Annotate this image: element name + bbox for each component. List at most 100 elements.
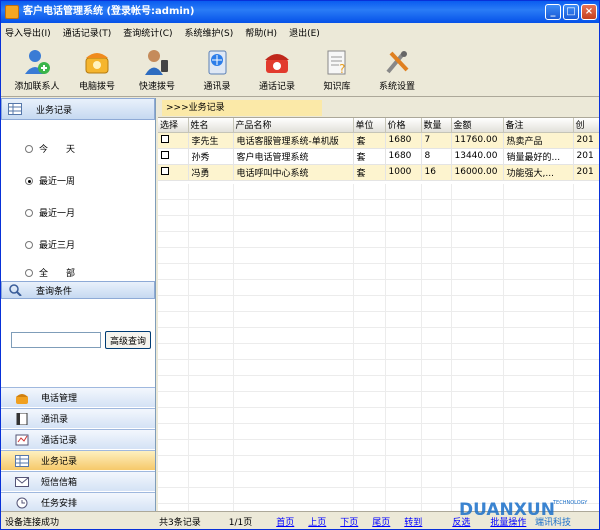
prev-page-link[interactable]: 上页 bbox=[308, 515, 326, 528]
cell-note: 功能强大,... bbox=[503, 164, 574, 181]
main-panel: >>>业务记录 选择 姓名 产品名称 单位 价格 数量 金额 备注 创 李先生 … bbox=[158, 98, 599, 511]
col-unit[interactable]: 单位 bbox=[353, 118, 386, 133]
table-icon bbox=[15, 454, 29, 467]
minimize-button[interactable]: _ bbox=[545, 4, 561, 20]
cell-created: 201 bbox=[573, 164, 599, 181]
knowledge-base-button[interactable]: ? 知识库 bbox=[307, 41, 367, 97]
cell-price: 1680 bbox=[385, 148, 422, 165]
computer-dial-button[interactable]: 电脑拨号 bbox=[67, 41, 127, 97]
app-icon bbox=[5, 5, 19, 19]
menu-exit[interactable]: 退出(E) bbox=[289, 26, 320, 39]
cell-unit: 套 bbox=[353, 148, 386, 165]
col-created[interactable]: 创 bbox=[573, 118, 599, 133]
col-quantity[interactable]: 数量 bbox=[421, 118, 452, 133]
clock-icon bbox=[15, 497, 29, 509]
col-note[interactable]: 备注 bbox=[503, 118, 574, 133]
cell-amount: 16000.00 bbox=[451, 164, 504, 181]
cell-created: 201 bbox=[573, 148, 599, 165]
query-input[interactable] bbox=[11, 332, 101, 348]
business-record-header: 业务记录 bbox=[1, 98, 155, 120]
settings-icon bbox=[382, 47, 412, 77]
cell-quantity: 7 bbox=[421, 132, 452, 149]
cell-quantity: 16 bbox=[421, 164, 452, 181]
address-book-button[interactable]: 通讯录 bbox=[187, 41, 247, 97]
nav-business-records[interactable]: 业务记录 bbox=[1, 450, 155, 470]
radio-today-circle[interactable] bbox=[25, 144, 33, 153]
system-settings-button[interactable]: 系统设置 bbox=[367, 41, 427, 97]
menu-call-records[interactable]: 通话记录(T) bbox=[63, 26, 112, 39]
cell-product: 客户电话管理系统 bbox=[233, 148, 354, 165]
radio-all-circle[interactable] bbox=[25, 268, 33, 277]
quick-dial-icon bbox=[142, 47, 172, 77]
call-log-icon bbox=[262, 47, 292, 77]
col-name[interactable]: 姓名 bbox=[188, 118, 234, 133]
phone-dial-icon bbox=[82, 47, 112, 77]
table-row[interactable]: 冯勇 电话呼叫中心系统 套 1000 16 16000.00 功能强大,... … bbox=[158, 164, 599, 181]
app-window: 客户电话管理系统 (登录帐号:admin) _ □ × 导入导出(I) 通话记录… bbox=[0, 0, 600, 530]
col-amount[interactable]: 金额 bbox=[451, 118, 504, 133]
radio-last-month-circle[interactable] bbox=[25, 208, 33, 217]
left-panel: 业务记录 今 天 最近一周 最近一月 最近三月 全 部 查询条件 高级查询 电话… bbox=[1, 98, 156, 512]
row-checkbox-cell[interactable] bbox=[158, 132, 189, 149]
row-checkbox-cell[interactable] bbox=[158, 164, 189, 181]
menu-system[interactable]: 系统维护(S) bbox=[185, 26, 234, 39]
nav-task-schedule[interactable]: 任务安排 bbox=[1, 492, 155, 512]
menu-bar: 导入导出(I) 通话记录(T) 查询统计(C) 系统维护(S) 帮助(H) 退出… bbox=[1, 23, 599, 41]
records-table: 选择 姓名 产品名称 单位 价格 数量 金额 备注 创 李先生 电话客服管理系统… bbox=[158, 118, 599, 181]
radio-last-week[interactable]: 最近一周 bbox=[25, 174, 75, 187]
radio-last-week-circle[interactable] bbox=[25, 176, 33, 185]
table-row[interactable]: 李先生 电话客服管理系统-单机版 套 1680 7 11760.00 热卖产品 … bbox=[158, 132, 599, 149]
table-header: 选择 姓名 产品名称 单位 价格 数量 金额 备注 创 bbox=[158, 118, 599, 133]
radio-today[interactable]: 今 天 bbox=[25, 142, 75, 155]
cell-unit: 套 bbox=[353, 132, 386, 149]
goto-link[interactable]: 转到 bbox=[404, 515, 422, 528]
radio-all[interactable]: 全 部 bbox=[25, 266, 75, 279]
nav-address-book[interactable]: 通讯录 bbox=[1, 408, 155, 428]
quick-dial-button[interactable]: 快速拨号 bbox=[127, 41, 187, 97]
section-title: >>>业务记录 bbox=[162, 100, 322, 116]
col-price[interactable]: 价格 bbox=[385, 118, 422, 133]
radio-last-three-months-circle[interactable] bbox=[25, 240, 33, 249]
cell-amount: 11760.00 bbox=[451, 132, 504, 149]
advanced-query-button[interactable]: 高级查询 bbox=[105, 331, 151, 349]
grid-icon bbox=[8, 103, 22, 115]
next-page-link[interactable]: 下页 bbox=[340, 515, 358, 528]
connection-status: 设备连接成功 bbox=[5, 517, 60, 528]
cell-created: 201 bbox=[573, 132, 599, 149]
row-checkbox[interactable] bbox=[161, 150, 169, 159]
close-button[interactable]: × bbox=[581, 4, 597, 20]
col-product[interactable]: 产品名称 bbox=[233, 118, 354, 133]
query-conditions-header: 查询条件 bbox=[1, 281, 155, 299]
row-checkbox[interactable] bbox=[161, 134, 169, 143]
svg-text:?: ? bbox=[339, 62, 345, 76]
nav-phone-management[interactable]: 电话管理 bbox=[1, 387, 155, 407]
radio-last-three-months[interactable]: 最近三月 bbox=[25, 238, 75, 251]
maximize-button[interactable]: □ bbox=[563, 4, 579, 20]
cell-price: 1000 bbox=[385, 164, 422, 181]
first-page-link[interactable]: 首页 bbox=[276, 515, 294, 528]
add-contact-icon bbox=[22, 47, 52, 77]
empty-grid bbox=[158, 184, 599, 511]
title-bar: 客户电话管理系统 (登录帐号:admin) _ □ × bbox=[1, 1, 599, 23]
add-contact-button[interactable]: 添加联系人 bbox=[7, 41, 67, 97]
nav-sms-inbox[interactable]: 短信信箱 bbox=[1, 471, 155, 491]
menu-query-stats[interactable]: 查询统计(C) bbox=[123, 26, 172, 39]
cell-amount: 13440.00 bbox=[451, 148, 504, 165]
nav-call-records[interactable]: 通话记录 bbox=[1, 429, 155, 449]
cell-product: 电话呼叫中心系统 bbox=[233, 164, 354, 181]
address-book-icon bbox=[202, 47, 232, 77]
menu-help[interactable]: 帮助(H) bbox=[245, 26, 277, 39]
col-select[interactable]: 选择 bbox=[158, 118, 189, 133]
row-checkbox-cell[interactable] bbox=[158, 148, 189, 165]
row-checkbox[interactable] bbox=[161, 166, 169, 175]
radio-last-month[interactable]: 最近一月 bbox=[25, 206, 75, 219]
envelope-icon bbox=[15, 476, 29, 488]
menu-import-export[interactable]: 导入导出(I) bbox=[5, 26, 51, 39]
call-log-button[interactable]: 通话记录 bbox=[247, 41, 307, 97]
magnifier-icon bbox=[8, 284, 22, 297]
cell-name: 孙秀 bbox=[188, 148, 234, 165]
table-row[interactable]: 孙秀 客户电话管理系统 套 1680 8 13440.00 销量最好的... 2… bbox=[158, 148, 599, 165]
last-page-link[interactable]: 尾页 bbox=[372, 515, 390, 528]
window-title: 客户电话管理系统 (登录帐号:admin) bbox=[23, 6, 195, 17]
cell-note: 热卖产品 bbox=[503, 132, 574, 149]
